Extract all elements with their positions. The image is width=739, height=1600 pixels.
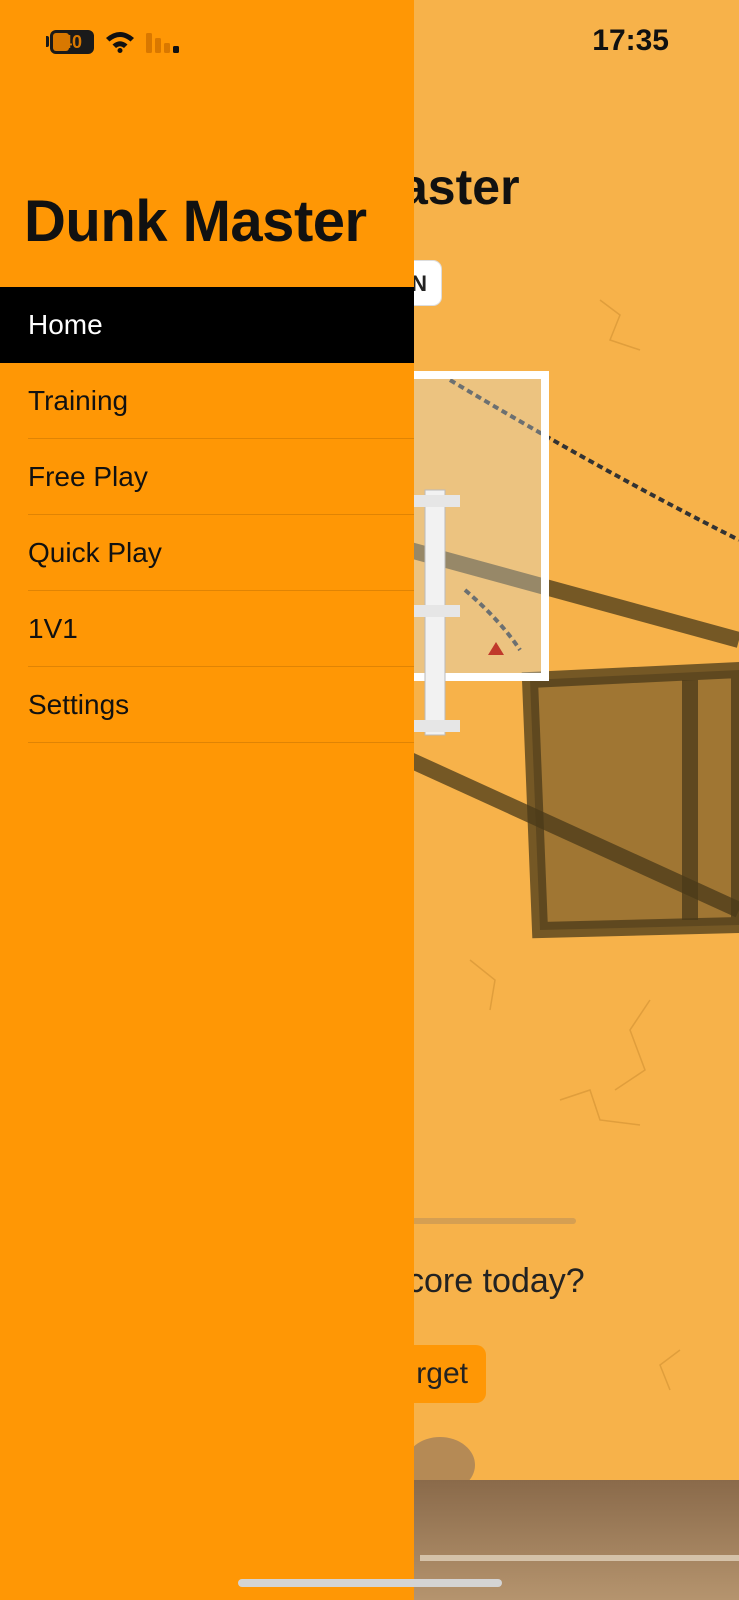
menu-item-home[interactable]: Home xyxy=(0,287,414,363)
navigation-drawer: Dunk Master Home Training Free Play Quic… xyxy=(0,0,414,1600)
menu-item-quick-play[interactable]: Quick Play xyxy=(0,515,414,591)
court-line xyxy=(420,1555,739,1561)
menu-item-label: Training xyxy=(28,385,129,416)
drawer-menu: Home Training Free Play Quick Play 1V1 S… xyxy=(0,287,414,743)
menu-item-label: Free Play xyxy=(28,461,148,492)
status-bar: 40 17:35 xyxy=(0,0,739,90)
menu-item-label: 1V1 xyxy=(28,613,78,644)
cellular-signal-icon xyxy=(146,33,179,53)
menu-item-settings[interactable]: Settings xyxy=(0,667,414,743)
battery-icon: 40 xyxy=(50,30,94,54)
battery-percentage: 40 xyxy=(61,32,83,52)
menu-divider xyxy=(28,742,414,743)
menu-item-label: Settings xyxy=(28,689,130,720)
wifi-icon xyxy=(106,32,134,53)
menu-item-1v1[interactable]: 1V1 xyxy=(0,591,414,667)
home-indicator[interactable] xyxy=(238,1579,502,1587)
drawer-title: Dunk Master xyxy=(24,189,367,254)
background-question: score today? xyxy=(390,1262,585,1300)
menu-item-training[interactable]: Training xyxy=(0,363,414,439)
background-progress-bar xyxy=(400,1218,576,1224)
menu-item-label: Quick Play xyxy=(28,537,162,568)
battery-tip xyxy=(46,36,49,47)
menu-item-free-play[interactable]: Free Play xyxy=(0,439,414,515)
status-time: 17:35 xyxy=(592,24,669,57)
background-app-title: aster xyxy=(400,159,520,215)
menu-item-label: Home xyxy=(28,309,103,340)
